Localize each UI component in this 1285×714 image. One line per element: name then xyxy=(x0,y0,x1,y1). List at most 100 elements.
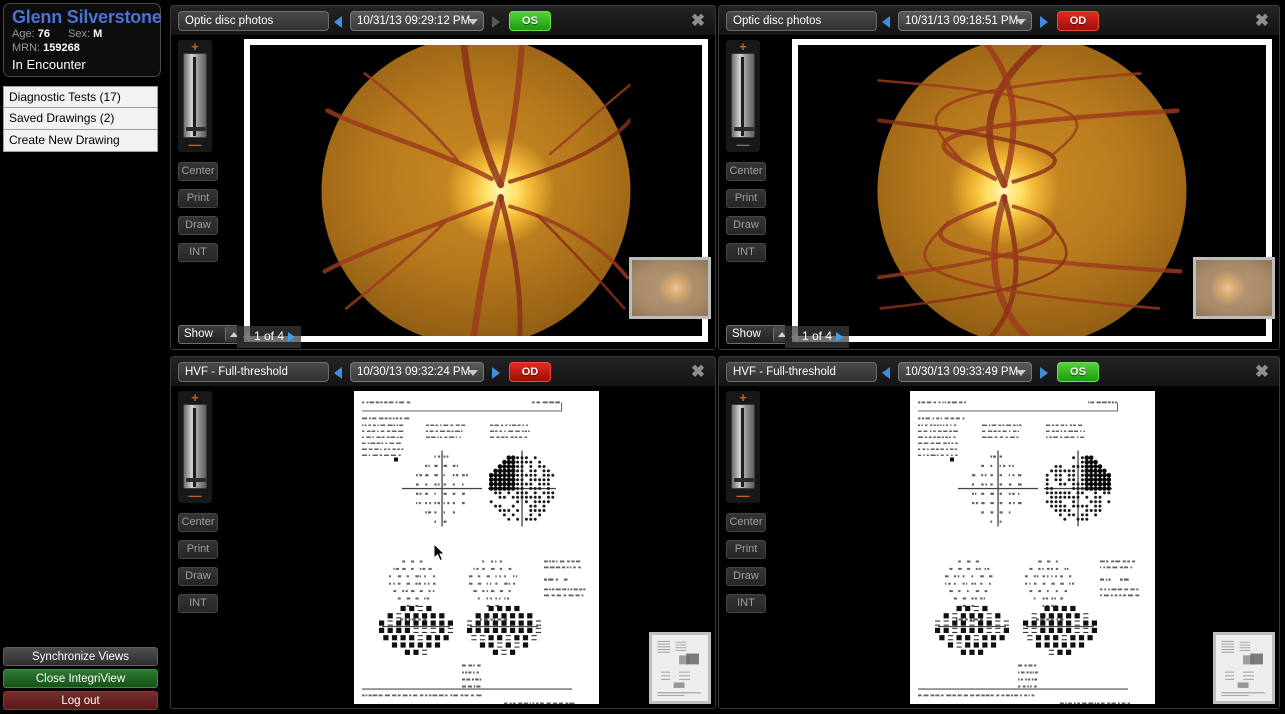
int-button-top-right[interactable]: INT xyxy=(726,243,766,262)
sidebar-item-create-new-drawing[interactable]: Create New Drawing xyxy=(3,130,158,152)
thumbnail-navigator-bottom-left[interactable] xyxy=(649,632,711,704)
print-button-top-left[interactable]: Print xyxy=(178,189,218,208)
center-button-bottom-right[interactable]: Center xyxy=(726,513,766,532)
panel-header-bottom-left: HVF - Full-threshold 10/30/13 09:32:24 PM… xyxy=(171,357,715,387)
center-button-top-left[interactable]: Center xyxy=(178,162,218,181)
page-prev-arrow-top-left[interactable] xyxy=(243,332,250,342)
page-indicator-top-right: 1 of 4 xyxy=(802,329,832,343)
panel-body-bottom-left: +—CenterPrintDrawINT xyxy=(171,387,715,708)
date-dropdown-caret-icon-top-left[interactable] xyxy=(468,19,478,25)
zoom-slider-handle-bottom-left[interactable] xyxy=(186,478,206,482)
image-stage-bottom-right xyxy=(785,387,1279,708)
age-label: Age: xyxy=(12,28,35,40)
synchronize-views-button[interactable]: Synchronize Views xyxy=(3,647,158,666)
show-dropdown-top-left[interactable]: Show xyxy=(178,325,242,344)
zoom-in-icon-top-left[interactable]: + xyxy=(178,41,212,52)
print-button-bottom-right[interactable]: Print xyxy=(726,540,766,559)
thumbnail-navigator-top-right[interactable] xyxy=(1193,257,1275,319)
date-dropdown-caret-icon-bottom-right[interactable] xyxy=(1016,370,1026,376)
zoom-slider-track-top-right[interactable] xyxy=(731,53,755,138)
study-select-bottom-right[interactable]: HVF - Full-threshold xyxy=(726,362,877,382)
tool-rail-bottom-left: +—CenterPrintDrawINT xyxy=(171,387,237,708)
int-button-top-left[interactable]: INT xyxy=(178,243,218,262)
int-button-bottom-right[interactable]: INT xyxy=(726,594,766,613)
panel-body-top-left: +—CenterPrintDrawINTShow1 of 4 xyxy=(171,36,715,349)
close-panel-button-top-left[interactable]: ✖ xyxy=(690,13,706,29)
thumbnail-navigator-top-left[interactable] xyxy=(629,257,711,319)
zoom-slider-track-bottom-left[interactable] xyxy=(183,404,207,489)
page-prev-arrow-top-right[interactable] xyxy=(791,332,798,342)
show-dropdown-label-top-left: Show xyxy=(184,328,213,340)
next-study-arrow-bottom-right[interactable] xyxy=(1040,367,1048,379)
prev-study-arrow-top-right[interactable] xyxy=(882,16,890,28)
zoom-in-icon-bottom-right[interactable]: + xyxy=(726,392,760,403)
tool-rail-top-right: +—CenterPrintDrawINTShow xyxy=(719,36,785,349)
logout-button[interactable]: Log out xyxy=(3,691,158,710)
prev-study-arrow-bottom-right[interactable] xyxy=(882,367,890,379)
close-panel-button-bottom-right[interactable]: ✖ xyxy=(1254,364,1270,380)
print-button-top-right[interactable]: Print xyxy=(726,189,766,208)
sidebar-item-saved-drawings[interactable]: Saved Drawings (2) xyxy=(3,108,158,130)
next-study-arrow-top-right[interactable] xyxy=(1040,16,1048,28)
hvf-printout-graphics xyxy=(910,391,1155,704)
mrn-label: MRN: xyxy=(12,42,40,54)
next-study-arrow-bottom-left[interactable] xyxy=(492,367,500,379)
int-button-bottom-left[interactable]: INT xyxy=(178,594,218,613)
tool-rail-bottom-right: +—CenterPrintDrawINT xyxy=(719,387,785,708)
thumbnail-fundus-image-top-right xyxy=(1196,260,1272,316)
zoom-slider-handle-top-left[interactable] xyxy=(186,127,206,131)
study-select-top-right[interactable]: Optic disc photos xyxy=(726,11,877,31)
draw-button-top-right[interactable]: Draw xyxy=(726,216,766,235)
zoom-slider-handle-bottom-right[interactable] xyxy=(734,478,754,482)
page-navigator-top-left[interactable]: 1 of 4 xyxy=(237,326,301,348)
prev-study-arrow-bottom-left[interactable] xyxy=(334,367,342,379)
draw-button-bottom-left[interactable]: Draw xyxy=(178,567,218,586)
zoom-slider-top-left[interactable]: +— xyxy=(178,40,212,152)
zoom-out-icon-bottom-left[interactable]: — xyxy=(178,490,212,501)
center-button-top-right[interactable]: Center xyxy=(726,162,766,181)
draw-button-bottom-right[interactable]: Draw xyxy=(726,567,766,586)
zoom-slider-track-bottom-right[interactable] xyxy=(731,404,755,489)
zoom-slider-top-right[interactable]: +— xyxy=(726,40,760,152)
zoom-out-icon-bottom-right[interactable]: — xyxy=(726,490,760,501)
sidebar-actions: Synchronize Views Close IntegriView Log … xyxy=(3,647,158,710)
integriview-app: Glenn Silverstone Age: 76 Sex: M MRN: 15… xyxy=(0,0,1285,714)
show-dropdown-top-right[interactable]: Show xyxy=(726,325,790,344)
center-button-bottom-left[interactable]: Center xyxy=(178,513,218,532)
close-integriview-button[interactable]: Close IntegriView xyxy=(3,669,158,688)
study-date-select-top-left[interactable]: 10/31/13 09:29:12 PM xyxy=(350,11,484,31)
fundus-retina-image xyxy=(877,45,1186,336)
thumbnail-navigator-bottom-right[interactable] xyxy=(1213,632,1275,704)
zoom-out-icon-top-right[interactable]: — xyxy=(726,139,760,150)
patient-mrn-row: MRN: 159268 xyxy=(12,41,152,55)
study-date-select-bottom-left[interactable]: 10/30/13 09:32:24 PM xyxy=(350,362,484,382)
close-panel-button-bottom-left[interactable]: ✖ xyxy=(690,364,706,380)
print-button-bottom-left[interactable]: Print xyxy=(178,540,218,559)
zoom-in-icon-top-right[interactable]: + xyxy=(726,41,760,52)
fundus-retina-image xyxy=(321,45,630,336)
study-date-value-bottom-left: 10/30/13 09:32:24 PM xyxy=(357,366,470,378)
draw-button-top-left[interactable]: Draw xyxy=(178,216,218,235)
prev-study-arrow-top-left[interactable] xyxy=(334,16,342,28)
zoom-slider-track-top-left[interactable] xyxy=(183,53,207,138)
eye-laterality-badge-top-right: OD xyxy=(1057,11,1099,31)
zoom-slider-bottom-right[interactable]: +— xyxy=(726,391,760,503)
zoom-out-icon-top-left[interactable]: — xyxy=(178,139,212,150)
study-select-bottom-left[interactable]: HVF - Full-threshold xyxy=(178,362,329,382)
date-dropdown-caret-icon-top-right[interactable] xyxy=(1016,19,1026,25)
study-date-select-top-right[interactable]: 10/31/13 09:18:51 PM xyxy=(898,11,1032,31)
close-panel-button-top-right[interactable]: ✖ xyxy=(1254,13,1270,29)
next-study-arrow-top-left[interactable] xyxy=(492,16,500,28)
date-dropdown-caret-icon-bottom-left[interactable] xyxy=(468,370,478,376)
page-navigator-top-right[interactable]: 1 of 4 xyxy=(785,326,849,348)
page-next-arrow-top-left[interactable] xyxy=(288,332,295,342)
zoom-slider-bottom-left[interactable]: +— xyxy=(178,391,212,503)
sidebar-item-diagnostic-tests[interactable]: Diagnostic Tests (17) xyxy=(3,86,158,108)
image-stage-bottom-left xyxy=(237,387,715,708)
zoom-in-icon-bottom-left[interactable]: + xyxy=(178,392,212,403)
study-date-select-bottom-right[interactable]: 10/30/13 09:33:49 PM xyxy=(898,362,1032,382)
page-next-arrow-top-right[interactable] xyxy=(836,332,843,342)
zoom-slider-handle-top-right[interactable] xyxy=(734,127,754,131)
sidebar-nav: Diagnostic Tests (17) Saved Drawings (2)… xyxy=(3,86,158,152)
study-select-top-left[interactable]: Optic disc photos xyxy=(178,11,329,31)
